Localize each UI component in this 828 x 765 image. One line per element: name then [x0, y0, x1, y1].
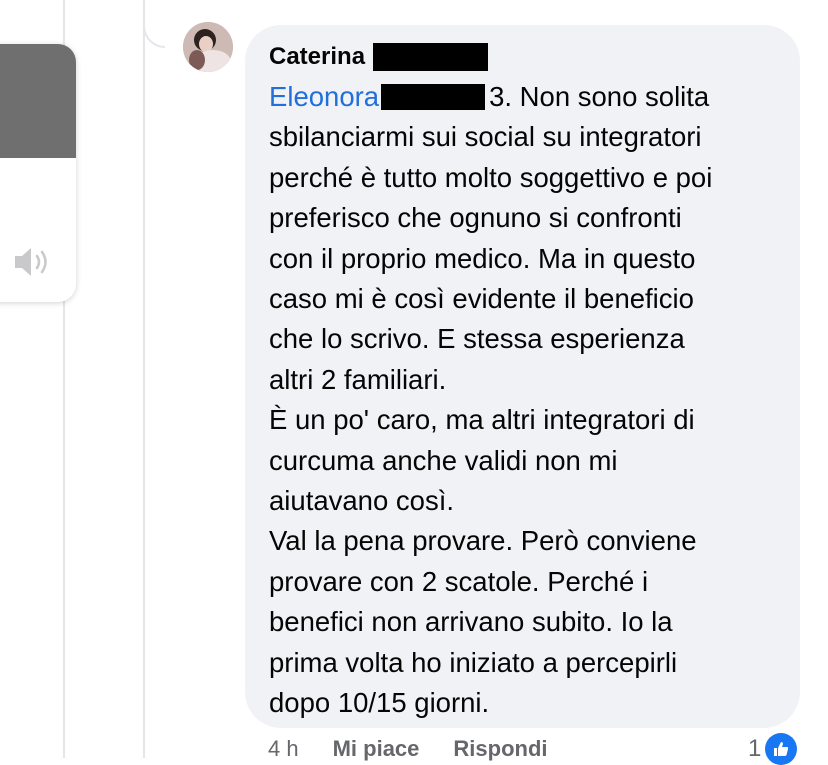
author-name[interactable]: Caterina [269, 43, 365, 71]
comment-line: che lo scrivo. E stessa esperienza [269, 323, 685, 355]
redacted-surname [373, 43, 489, 71]
comment-line: È un po' caro, ma altri integratori di [269, 404, 695, 436]
comment-line: Val la pena provare. Però conviene [269, 525, 697, 557]
comment-line: con il proprio medico. Ma in questo [269, 242, 696, 274]
redacted-mention-surname [381, 83, 486, 110]
comment-text: Eleonora 3. Non sono solita sbilanciarmi … [269, 77, 776, 724]
avatar[interactable] [183, 22, 233, 72]
comment-line: benefici non arrivano subito. Io la [269, 606, 673, 638]
comment-line: altri 2 familiari. [269, 363, 447, 395]
speaker-icon [15, 248, 47, 276]
comment-bubble: Caterina Eleonora 3. Non sono solita sbil… [245, 25, 800, 728]
comment-line: dopo 10/15 giorni. [269, 687, 490, 719]
comment-line: perché è tutto molto soggettivo e poi [269, 161, 713, 193]
comment-line: caso mi è così evidente il beneficio [269, 283, 694, 315]
comment-line: preferisco che ognuno si confronti [269, 202, 682, 234]
thread-connector [143, 0, 165, 48]
reaction-summary[interactable]: 1 [748, 733, 798, 765]
comment-line: provare con 2 scatole. Perché i [269, 565, 649, 597]
comment-line: sbilanciarmi sui social su integratori [269, 121, 702, 153]
thumbs-up-icon [765, 733, 798, 765]
comment-actions: 4 h Mi piace Rispondi [268, 736, 548, 762]
mention-link[interactable]: Eleonora [269, 81, 379, 112]
comment-line: aiutavano così. [269, 485, 454, 517]
comment-line: curcuma anche validi non mi [269, 444, 618, 476]
like-button[interactable]: Mi piace [333, 736, 420, 762]
volume-level-fill [0, 44, 76, 158]
avatar-photo [183, 22, 233, 72]
thread-line-inner [143, 0, 145, 758]
volume-overlay[interactable] [0, 44, 76, 302]
comment-line: 3. Non sono solita [489, 81, 710, 112]
comment-header: Caterina [269, 39, 776, 75]
comment-first-line: Eleonora 3. Non sono solita [269, 77, 776, 117]
reaction-count: 1 [748, 735, 762, 762]
reply-button[interactable]: Rispondi [453, 736, 547, 762]
comment-line: prima volta ho iniziato a percepirli [269, 646, 678, 678]
comment-timestamp[interactable]: 4 h [268, 736, 299, 762]
